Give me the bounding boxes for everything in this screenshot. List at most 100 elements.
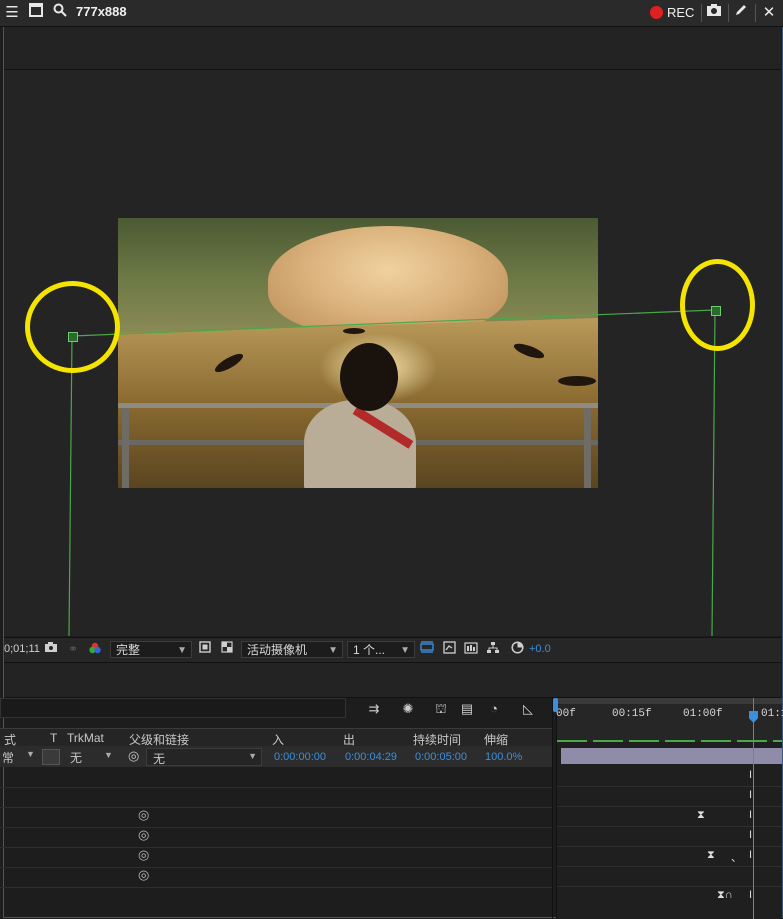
chevron-down-icon[interactable]: ▼ bbox=[104, 750, 113, 760]
track-divider bbox=[557, 826, 782, 827]
views-value: 1 个... bbox=[353, 643, 386, 657]
record-label[interactable]: REC bbox=[667, 5, 694, 20]
resolution-value: 完整 bbox=[116, 643, 141, 657]
divider bbox=[755, 4, 756, 22]
row-divider bbox=[0, 807, 552, 808]
exposure-value[interactable]: +0.0 bbox=[529, 641, 551, 658]
stretch-value[interactable]: 100.0% bbox=[485, 751, 522, 763]
composition-header bbox=[4, 27, 781, 70]
keyframe-icon[interactable]: ⧗∩ bbox=[717, 889, 733, 902]
composition-viewer[interactable] bbox=[4, 70, 781, 636]
menu-icon[interactable]: ☰ bbox=[2, 3, 22, 23]
composition-mini-flowchart-icon[interactable]: ⇉ bbox=[364, 699, 384, 719]
timeline-tabbar bbox=[4, 662, 781, 698]
out-point-value[interactable]: 0:00:04:29 bbox=[345, 751, 397, 763]
track-divider bbox=[557, 786, 782, 787]
col-t[interactable]: T bbox=[50, 731, 57, 745]
window-title: 777x888 bbox=[76, 4, 127, 19]
title-bar: ☰ 777x888 REC ✕ bbox=[0, 0, 783, 27]
keyframe-icon[interactable]: I bbox=[749, 889, 752, 901]
pickwhip-icon[interactable]: ◎ bbox=[138, 867, 149, 883]
resolution-select[interactable]: 完整 ▼ bbox=[110, 641, 192, 658]
row-divider bbox=[0, 867, 552, 868]
row-divider bbox=[0, 887, 552, 888]
reset-exposure-icon[interactable] bbox=[508, 641, 526, 658]
highlight-circle-left bbox=[25, 281, 120, 373]
keyframe-icon[interactable]: ⧗ bbox=[697, 809, 705, 822]
in-point-value[interactable]: 0:00:00:00 bbox=[274, 751, 326, 763]
draft-3d-switch-icon[interactable]: ✺ bbox=[398, 699, 418, 719]
ruler-label: 00f bbox=[556, 708, 576, 720]
layer-bar[interactable] bbox=[561, 748, 782, 764]
ruler-label: 01:00f bbox=[683, 708, 723, 720]
ruler-label: 01:1 bbox=[761, 708, 783, 720]
preserve-transparency-checkbox[interactable] bbox=[42, 749, 60, 765]
layer-columns-header: 式 T TrkMat 父级和链接 入 出 持续时间 伸缩 bbox=[0, 728, 552, 748]
pickwhip-icon[interactable]: ◎ bbox=[138, 827, 149, 843]
time-ruler[interactable]: 00f 00:15f 01:00f 01:1 bbox=[556, 698, 783, 742]
blend-mode-value[interactable]: 常 bbox=[2, 749, 14, 766]
region-of-interest-icon[interactable] bbox=[196, 641, 214, 658]
playhead-line[interactable] bbox=[753, 698, 754, 919]
keyframe-icon[interactable]: I bbox=[749, 809, 752, 821]
ruler-label: 00:15f bbox=[612, 708, 652, 720]
work-area-bar[interactable] bbox=[557, 698, 782, 704]
highlight-circle-right bbox=[680, 259, 755, 351]
window-icon[interactable] bbox=[26, 3, 46, 23]
keyframe-icon[interactable]: ⧗ bbox=[707, 849, 715, 862]
camera-select[interactable]: 活动摄像机 ▼ bbox=[241, 641, 343, 658]
track-divider bbox=[557, 866, 782, 867]
pickwhip-icon[interactable]: ◎ bbox=[138, 807, 149, 823]
camera-value: 活动摄像机 bbox=[247, 643, 308, 657]
frame-blending-icon[interactable]: ▤ bbox=[457, 699, 477, 719]
camera-icon[interactable] bbox=[704, 3, 724, 23]
chevron-down-icon: ▼ bbox=[328, 645, 338, 656]
panel-split[interactable] bbox=[552, 698, 553, 919]
divider bbox=[701, 4, 702, 22]
keyframe-icon[interactable]: I bbox=[749, 769, 752, 781]
snapshot-icon[interactable] bbox=[42, 641, 60, 658]
viewer-toolbar: 0;01;11 ⚭ 完整 ▼ 活动摄像机 ▼ 1 个... ▼ +0.0 bbox=[4, 637, 781, 662]
graph-editor-icon[interactable]: ◺ bbox=[518, 699, 538, 719]
show-snapshot-icon[interactable]: ⚭ bbox=[64, 641, 82, 658]
keyframe-icon[interactable]: I bbox=[749, 849, 752, 861]
track-divider bbox=[557, 806, 782, 807]
views-select[interactable]: 1 个... ▼ bbox=[347, 641, 415, 658]
parent-select[interactable]: 无 ▼ bbox=[146, 748, 262, 766]
track-divider bbox=[557, 846, 782, 847]
fast-previews-icon[interactable] bbox=[418, 641, 436, 658]
close-icon[interactable]: ✕ bbox=[759, 3, 779, 23]
duration-value[interactable]: 0:00:05:00 bbox=[415, 751, 467, 763]
pickwhip-icon[interactable]: ◎ bbox=[138, 847, 149, 863]
chevron-down-icon: ▼ bbox=[248, 751, 257, 761]
track-divider bbox=[557, 886, 782, 887]
hide-shy-layers-icon[interactable]: ⛫ bbox=[431, 699, 451, 719]
chevron-down-icon[interactable]: ▼ bbox=[26, 749, 35, 759]
motion-blur-icon[interactable]: ◔ bbox=[484, 699, 504, 719]
draft-3d-icon[interactable] bbox=[440, 641, 458, 658]
parent-value: 无 bbox=[153, 752, 166, 766]
layer-search-input[interactable] bbox=[0, 698, 346, 718]
record-icon[interactable] bbox=[650, 6, 663, 19]
divider bbox=[728, 4, 729, 22]
row-divider bbox=[0, 827, 552, 828]
flowchart-icon[interactable] bbox=[484, 641, 502, 658]
trkmat-value[interactable]: 无 bbox=[70, 749, 82, 766]
current-timecode[interactable]: 0;01;11 bbox=[4, 641, 40, 658]
keyframe-icon[interactable]: 、 bbox=[731, 849, 742, 865]
row-divider bbox=[0, 847, 552, 848]
row-divider bbox=[0, 787, 552, 788]
keyframe-icon[interactable]: I bbox=[749, 829, 752, 841]
col-trkmat[interactable]: TrkMat bbox=[67, 731, 104, 745]
timeline-tracks[interactable]: I I ⧗ I I ⧗ 、 I ⧗∩ I bbox=[556, 742, 782, 919]
parent-pickwhip-icon[interactable]: ◎ bbox=[128, 748, 139, 764]
keyframe-icon[interactable]: I bbox=[749, 789, 752, 801]
mask-guides bbox=[68, 309, 716, 636]
transparency-grid-icon[interactable] bbox=[218, 641, 236, 658]
pen-icon[interactable] bbox=[731, 3, 751, 23]
work-area-start-handle[interactable] bbox=[553, 698, 558, 712]
zoom-icon[interactable] bbox=[50, 3, 70, 23]
color-channel-icon[interactable] bbox=[86, 641, 104, 658]
timeline-icon[interactable] bbox=[462, 641, 480, 658]
layer-row[interactable]: 常 ▼ 无 ▼ ◎ 无 ▼ 0:00:00:00 0:00:04:29 0:00… bbox=[0, 746, 552, 767]
